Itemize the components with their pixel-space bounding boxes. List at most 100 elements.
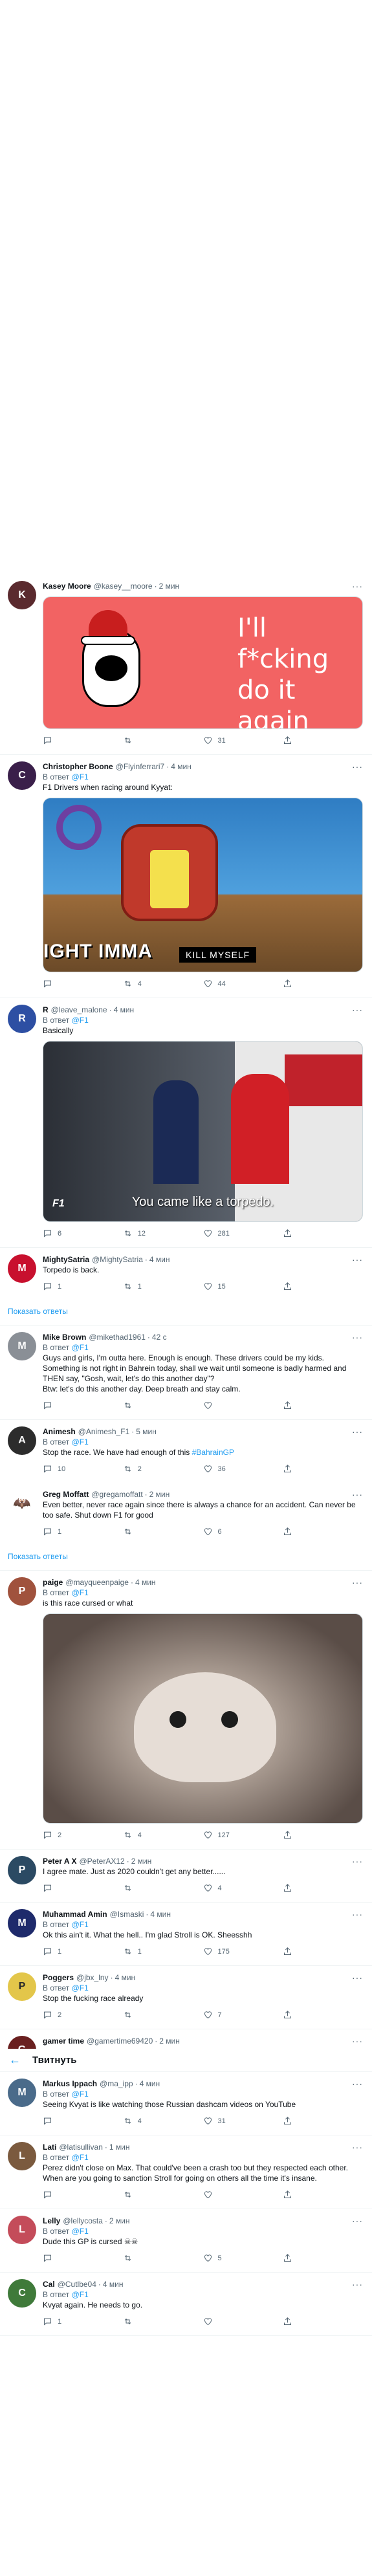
reply-to-link[interactable]: @F1 xyxy=(72,2227,89,2236)
retweet-button[interactable] xyxy=(123,2010,203,2020)
tweet[interactable]: M Mike Brown @mikethad1961 · 42 с В ответ @… xyxy=(0,1326,372,1420)
author-handle[interactable]: @Ismaski xyxy=(110,1909,144,1919)
tweet[interactable]: L Lelly @lellycosta · 2 мин В ответ @F1 Dud… xyxy=(0,2209,372,2273)
avatar[interactable]: L xyxy=(8,2142,36,2170)
author-name[interactable]: Markus Ippach xyxy=(43,2079,97,2089)
timestamp[interactable]: 4 мин xyxy=(103,2279,124,2289)
author-name[interactable]: paige xyxy=(43,1577,63,1588)
reply-button[interactable]: 10 xyxy=(43,1464,123,1474)
share-button[interactable] xyxy=(283,2010,363,2020)
more-icon[interactable]: ··· xyxy=(352,2036,363,2046)
author-name[interactable]: Muhammad Amin xyxy=(43,1909,107,1919)
more-icon[interactable]: ··· xyxy=(352,2142,363,2152)
avatar[interactable]: A xyxy=(8,1426,36,1455)
more-icon[interactable]: ··· xyxy=(352,1426,363,1437)
author-handle[interactable]: @Cutlbe04 xyxy=(58,2279,96,2289)
avatar[interactable]: R xyxy=(8,1005,36,1033)
timestamp[interactable]: 4 мин xyxy=(149,1254,170,1265)
share-button[interactable] xyxy=(283,979,363,988)
reply-to-link[interactable]: @F1 xyxy=(72,2153,89,2162)
more-icon[interactable]: ··· xyxy=(352,1909,363,1919)
author-handle[interactable]: @ma_ipp xyxy=(100,2079,133,2089)
reply-button[interactable]: 2 xyxy=(43,1830,123,1840)
author-handle[interactable]: @Animesh_F1 xyxy=(78,1426,130,1437)
author-handle[interactable]: @Flyinferrari7 xyxy=(116,761,165,772)
retweet-button[interactable]: 2 xyxy=(123,1464,203,1474)
avatar[interactable]: M xyxy=(8,2079,36,2107)
author-handle[interactable]: @gamertime69420 xyxy=(87,2036,153,2046)
timestamp[interactable]: 2 мин xyxy=(149,1489,170,1500)
author-handle[interactable]: @leave_malone xyxy=(51,1005,107,1015)
timestamp[interactable]: 2 мин xyxy=(159,2036,180,2046)
share-button[interactable] xyxy=(283,1401,363,1410)
tweet[interactable]: P Poggers @jbx_lny · 4 мин В ответ @F1 Stop… xyxy=(0,1966,372,2029)
like-button[interactable]: 44 xyxy=(203,979,283,988)
more-icon[interactable]: ··· xyxy=(352,1005,363,1015)
author-name[interactable]: Christopher Boone xyxy=(43,761,113,772)
timestamp[interactable]: 42 с xyxy=(152,1332,167,1342)
reply-to-link[interactable]: @F1 xyxy=(72,1588,89,1597)
tweet-image[interactable]: I'll f*cking do it again xyxy=(43,596,363,729)
retweet-button[interactable]: 12 xyxy=(123,1228,203,1238)
reply-button[interactable]: 1 xyxy=(43,1282,123,1291)
more-icon[interactable]: ··· xyxy=(352,2216,363,2226)
back-arrow-icon[interactable]: ← xyxy=(9,2053,21,2067)
tweet[interactable]: C Cal @Cutlbe04 · 4 мин В ответ @F1 Kvyat a… xyxy=(0,2273,372,2336)
retweet-button[interactable] xyxy=(123,1401,203,1410)
tweet-image[interactable]: IGHT IMMA KILL MYSELF xyxy=(43,798,363,972)
timestamp[interactable]: 2 мин xyxy=(131,1856,152,1866)
tweet-image[interactable] xyxy=(43,1613,363,1824)
more-icon[interactable]: ··· xyxy=(352,2279,363,2289)
reply-button[interactable]: 1 xyxy=(43,1527,123,1536)
author-name[interactable]: Animesh xyxy=(43,1426,76,1437)
like-button[interactable]: 36 xyxy=(203,1464,283,1474)
avatar[interactable]: C xyxy=(8,2279,36,2308)
author-name[interactable]: MightySatria xyxy=(43,1254,89,1265)
avatar[interactable]: P xyxy=(8,1856,36,1884)
author-name[interactable]: Kasey Moore xyxy=(43,581,91,591)
timestamp[interactable]: 4 мин xyxy=(150,1909,171,1919)
reply-to-link[interactable]: @F1 xyxy=(72,2090,89,2099)
more-icon[interactable]: ··· xyxy=(352,581,363,591)
avatar[interactable]: L xyxy=(8,2216,36,2244)
reply-button[interactable]: 1 xyxy=(43,2317,123,2326)
reply-button[interactable] xyxy=(43,2253,123,2263)
like-button[interactable]: 4 xyxy=(203,1883,283,1893)
avatar[interactable]: M xyxy=(8,1909,36,1937)
retweet-button[interactable] xyxy=(123,2253,203,2263)
tweet[interactable]: L Lati @latisullivan · 1 мин В ответ @F1 Pe… xyxy=(0,2135,372,2209)
tweet[interactable]: C Christopher Boone @Flyinferrari7 · 4 мин … xyxy=(0,755,372,998)
author-name[interactable]: Greg Moffatt xyxy=(43,1489,89,1500)
tweet[interactable]: G gamer time@gamertime69420·2 мин ··· xyxy=(0,2029,372,2049)
like-button[interactable] xyxy=(203,2190,283,2199)
retweet-button[interactable] xyxy=(123,2317,203,2326)
avatar[interactable]: 🦇 xyxy=(8,1489,36,1518)
author-name[interactable]: Mike Brown xyxy=(43,1332,86,1342)
reply-button[interactable] xyxy=(43,1883,123,1893)
share-button[interactable] xyxy=(283,1527,363,1536)
show-replies-link[interactable]: Показать ответы xyxy=(0,1300,372,1326)
tweet[interactable]: P Peter A X @PeterAX12 · 2 мин I agree mate… xyxy=(0,1850,372,1903)
more-icon[interactable]: ··· xyxy=(352,1254,363,1265)
like-button[interactable] xyxy=(203,2317,283,2326)
timestamp[interactable]: 1 мин xyxy=(109,2142,130,2152)
share-button[interactable] xyxy=(283,2116,363,2126)
like-button[interactable]: 281 xyxy=(203,1228,283,1238)
tweet[interactable]: A Animesh @Animesh_F1 · 5 мин В ответ @F1 S… xyxy=(0,1420,372,1483)
share-button[interactable] xyxy=(283,2317,363,2326)
more-icon[interactable]: ··· xyxy=(352,1577,363,1588)
avatar[interactable]: K xyxy=(8,581,36,609)
reply-button[interactable]: 1 xyxy=(43,1947,123,1956)
like-button[interactable] xyxy=(203,1401,283,1410)
timestamp[interactable]: 4 мин xyxy=(140,2079,160,2089)
retweet-button[interactable] xyxy=(123,2190,203,2199)
reply-button[interactable] xyxy=(43,979,123,988)
share-button[interactable] xyxy=(283,1282,363,1291)
like-button[interactable]: 31 xyxy=(203,2116,283,2126)
retweet-button[interactable] xyxy=(123,1527,203,1536)
tweet[interactable]: 🦇 Greg Moffatt @gregamoffatt · 2 мин Even b… xyxy=(0,1483,372,1545)
like-button[interactable]: 7 xyxy=(203,2010,283,2020)
reply-button[interactable] xyxy=(43,736,123,745)
like-button[interactable]: 5 xyxy=(203,2253,283,2263)
share-button[interactable] xyxy=(283,1464,363,1474)
